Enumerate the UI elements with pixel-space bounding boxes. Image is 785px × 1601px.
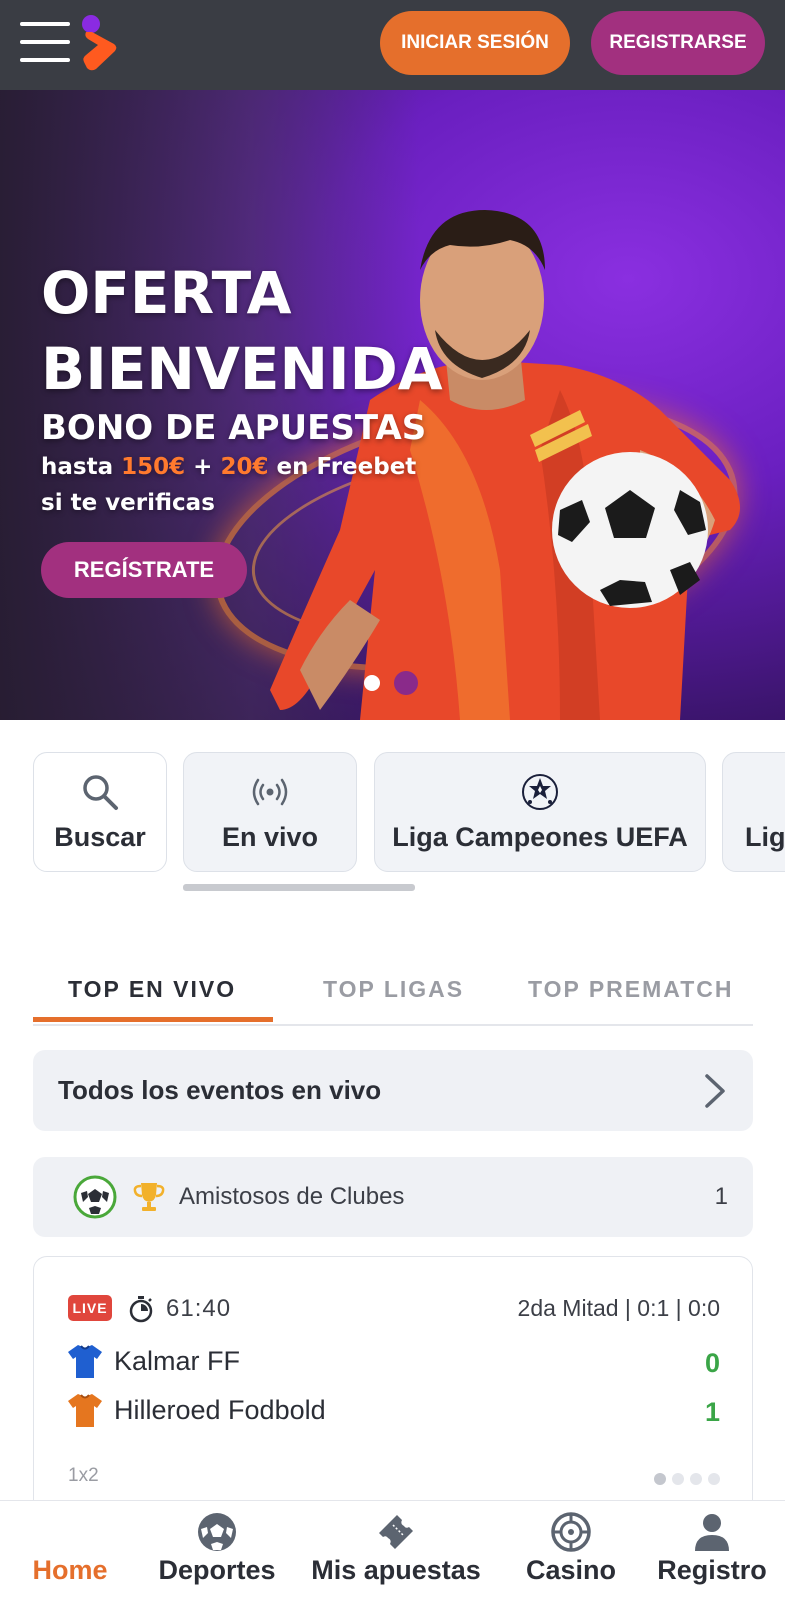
carousel-dots [364, 671, 418, 695]
nav-label: Mis apuestas [311, 1555, 481, 1585]
banner-subtitle: BONO DE APUESTAS [41, 408, 427, 448]
nav-mis-apuestas[interactable]: Mis apuestas [310, 1501, 482, 1601]
quick-link-label: Buscar [54, 821, 146, 852]
match-time: 61:40 [166, 1295, 232, 1322]
nav-label: Deportes [158, 1555, 276, 1585]
quick-link-label: Lig [745, 821, 785, 852]
tab-top-ligas[interactable]: TOP LIGAS [323, 976, 464, 1003]
carousel-dot[interactable] [394, 671, 418, 695]
chevron-right-icon [705, 1074, 725, 1108]
top-tabs: TOP EN VIVO TOP LIGAS TOP PREMATCH [33, 960, 753, 1026]
offer-prefix: hasta [41, 454, 114, 480]
nav-casino[interactable]: Casino [522, 1501, 620, 1601]
banner-title-line1: OFERTA [41, 259, 292, 327]
match-card[interactable]: LIVE 61:40 2da Mitad | 0:1 | 0:0 Kalmar … [33, 1256, 753, 1516]
soccer-ball-icon [198, 1513, 236, 1551]
banner-offer-line: hasta 150€ + 20€ en Freebet [41, 449, 443, 485]
pager-dot[interactable] [672, 1473, 684, 1485]
champions-league-icon [522, 773, 558, 810]
nav-registro[interactable]: Registro [656, 1501, 768, 1601]
pager-dot[interactable] [654, 1473, 666, 1485]
nav-home[interactable]: Home [28, 1501, 112, 1601]
market-label: 1x2 [68, 1465, 99, 1486]
quick-links-bar: Buscar En vivo Liga Campeones UEFA Lig [0, 752, 785, 882]
trophy-icon [133, 1183, 165, 1211]
quick-link-league[interactable]: Lig [722, 752, 785, 872]
banner-offer-line2: si te verificas [41, 490, 215, 516]
home-score: 0 [704, 1348, 720, 1378]
quick-link-label: En vivo [221, 821, 319, 852]
all-live-events-row[interactable]: Todos los eventos en vivo [33, 1050, 753, 1131]
offer-amount-freebet: 20€ [220, 454, 269, 480]
banner-title-line2: BIENVENIDA [41, 335, 443, 403]
user-icon [695, 1514, 729, 1551]
quick-link-label: Liga Campeones UEFA [392, 821, 688, 852]
offer-suffix: en Freebet [276, 454, 417, 480]
market-pager-dots [654, 1473, 720, 1485]
soccer-ball-icon [73, 1175, 117, 1219]
away-team-name: Hilleroed Fodbold [114, 1394, 326, 1425]
home-shirt-icon [68, 1345, 102, 1378]
top-header: INICIAR SESIÓN REGISTRARSE [0, 0, 785, 90]
nav-label: Registro [657, 1555, 767, 1585]
promo-banner[interactable]: OFERTA BIENVENIDA BONO DE APUESTAS hasta… [0, 90, 785, 720]
home-team: Kalmar FF [66, 1341, 240, 1381]
pager-dot[interactable] [708, 1473, 720, 1485]
quick-link-live[interactable]: En vivo [183, 752, 357, 872]
league-event-count: 1 [714, 1183, 728, 1210]
away-team: Hilleroed Fodbold [66, 1390, 326, 1430]
league-icon [745, 772, 785, 812]
live-broadcast-icon [252, 778, 288, 805]
nav-label: Casino [525, 1555, 617, 1585]
carousel-dot-active[interactable] [364, 675, 380, 691]
ticket-icon [379, 1515, 413, 1549]
all-live-events-label: Todos los eventos en vivo [58, 1075, 382, 1105]
nav-deportes[interactable]: Deportes [156, 1501, 278, 1601]
hamburger-menu-icon[interactable] [20, 20, 70, 64]
banner-register-button[interactable]: REGÍSTRATE [41, 542, 247, 598]
match-period-score: 2da Mitad | 0:1 | 0:0 [517, 1295, 720, 1321]
offer-plus: + [193, 454, 213, 480]
active-tab-indicator [33, 1017, 273, 1022]
register-button[interactable]: REGISTRARSE [591, 11, 765, 75]
nav-label: Home [32, 1555, 108, 1585]
league-row[interactable]: Amistosos de Clubes 1 [33, 1157, 753, 1237]
roulette-icon [551, 1512, 591, 1552]
brand-logo[interactable] [78, 14, 120, 72]
quick-link-search[interactable]: Buscar [33, 752, 167, 872]
login-button[interactable]: INICIAR SESIÓN [380, 11, 570, 75]
away-score: 1 [704, 1397, 720, 1427]
tab-top-prematch[interactable]: TOP PREMATCH [528, 976, 733, 1003]
home-team-name: Kalmar FF [114, 1345, 241, 1376]
banner-text: OFERTA BIENVENIDA BONO DE APUESTAS hasta… [41, 255, 443, 521]
quick-link-champions-league[interactable]: Liga Campeones UEFA [374, 752, 706, 872]
tab-top-en-vivo[interactable]: TOP EN VIVO [68, 976, 236, 1003]
horizontal-scrollbar[interactable] [183, 884, 415, 891]
stopwatch-icon [129, 1296, 153, 1323]
live-badge: LIVE [68, 1295, 112, 1321]
away-shirt-icon [68, 1394, 102, 1427]
league-name: Amistosos de Clubes [179, 1183, 405, 1210]
pager-dot[interactable] [690, 1473, 702, 1485]
offer-amount-bonus: 150€ [121, 454, 186, 480]
bottom-navigation: Home Deportes Mis apuestas Casino Regist… [0, 1500, 785, 1601]
search-icon [83, 774, 118, 810]
